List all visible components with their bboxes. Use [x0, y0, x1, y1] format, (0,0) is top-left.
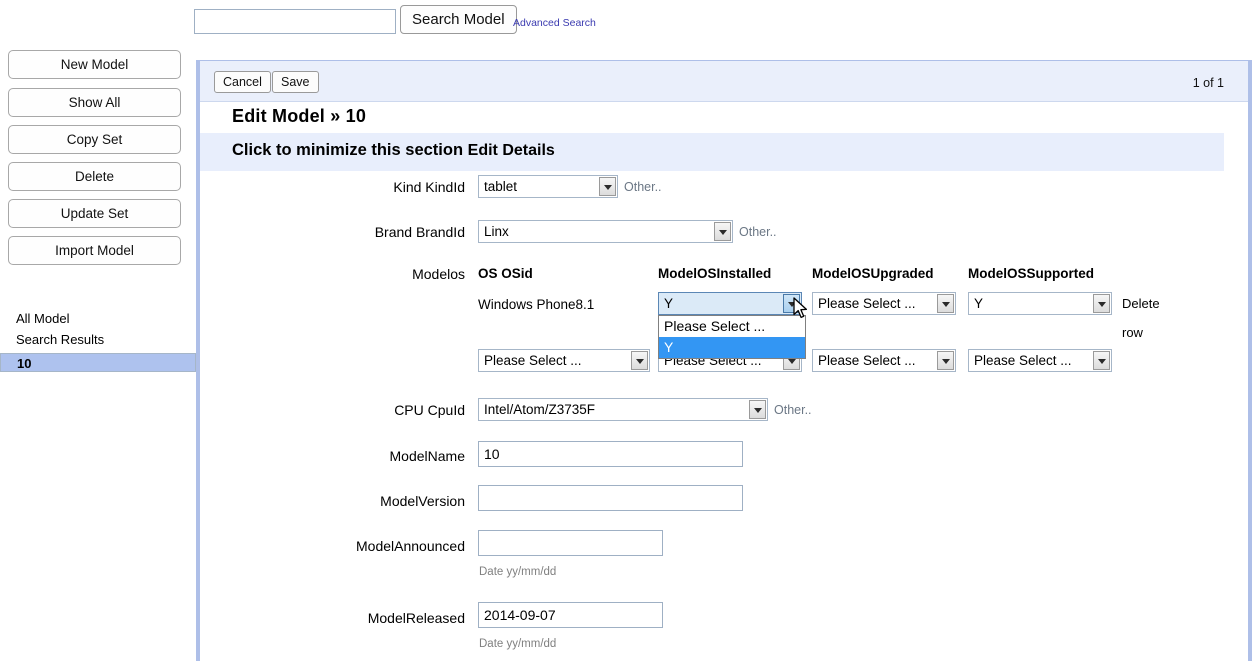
- sidebar-button-update-set[interactable]: Update Set: [8, 199, 181, 228]
- select-supported-row1[interactable]: Y: [968, 292, 1112, 315]
- select-upgraded-row1-value: Please Select ...: [818, 296, 916, 311]
- page-title: Edit Model » 10: [232, 106, 367, 126]
- dropdown-option-y[interactable]: Y: [659, 337, 805, 358]
- model-announced-input[interactable]: [478, 530, 663, 556]
- kind-other-label[interactable]: Other..: [624, 180, 662, 194]
- save-button[interactable]: Save: [272, 71, 319, 93]
- dropdown-option-please-select[interactable]: Please Select ...: [659, 316, 805, 337]
- record-pager: 1 of 1: [1192, 76, 1224, 90]
- select-installed-row1-value: Y: [664, 296, 674, 311]
- delete-row-link[interactable]: Delete row: [1122, 289, 1168, 347]
- label-modelos: Modelos: [412, 266, 465, 282]
- label-model-name: ModelName: [389, 448, 465, 464]
- sidebar-button-import-model[interactable]: Import Model: [8, 236, 181, 265]
- sidebar-button-show-all[interactable]: Show All: [8, 88, 181, 117]
- sidebar-link-search-results[interactable]: Search Results: [16, 332, 104, 347]
- chevron-down-icon[interactable]: [1093, 294, 1110, 313]
- chevron-down-icon[interactable]: [599, 177, 616, 196]
- select-brand[interactable]: Linx: [478, 220, 733, 243]
- sidebar-button-new-model[interactable]: New Model: [8, 50, 181, 79]
- label-cpu: CPU CpuId: [394, 402, 465, 418]
- column-header-os: OS OSid: [478, 266, 533, 281]
- label-brand: Brand BrandId: [374, 224, 465, 240]
- sidebar-button-delete[interactable]: Delete: [8, 162, 181, 191]
- select-brand-value: Linx: [484, 224, 509, 239]
- chevron-down-icon[interactable]: [1093, 351, 1110, 370]
- select-upgraded-row1[interactable]: Please Select ...: [812, 292, 956, 315]
- select-upgraded-row2[interactable]: Please Select ...: [812, 349, 956, 372]
- label-model-version: ModelVersion: [380, 493, 465, 509]
- sidebar: New Model Show All Copy Set Delete Updat…: [0, 44, 196, 661]
- label-model-released: ModelReleased: [367, 610, 465, 626]
- select-supported-row2-value: Please Select ...: [974, 353, 1072, 368]
- select-installed-row1[interactable]: Y: [658, 292, 802, 315]
- sidebar-link-current-model[interactable]: 10: [0, 353, 196, 372]
- brand-other-label[interactable]: Other..: [739, 225, 777, 239]
- panel-toolbar: Cancel Save 1 of 1: [200, 61, 1248, 102]
- search-model-button[interactable]: Search Model: [400, 5, 517, 34]
- section-title: Edit Details: [467, 142, 555, 159]
- select-os-row2[interactable]: Please Select ...: [478, 349, 650, 372]
- chevron-down-icon[interactable]: [783, 294, 800, 313]
- sidebar-button-copy-set[interactable]: Copy Set: [8, 125, 181, 154]
- select-cpu-value: Intel/Atom/Z3735F: [484, 402, 596, 417]
- select-supported-row1-value: Y: [974, 296, 984, 311]
- section-minimize-hint: Click to minimize this section: [232, 141, 464, 159]
- select-kind-value: tablet: [484, 179, 518, 194]
- select-kind[interactable]: tablet: [478, 175, 618, 198]
- top-search-bar: Search Model Advanced Search: [0, 0, 1260, 44]
- select-upgraded-row2-value: Please Select ...: [818, 353, 916, 368]
- sidebar-link-all-model[interactable]: All Model: [16, 311, 69, 326]
- column-header-installed: ModelOSInstalled: [658, 266, 772, 281]
- chevron-down-icon[interactable]: [937, 351, 954, 370]
- content-panel: Cancel Save 1 of 1 Edit Model » 10 Click…: [196, 60, 1252, 661]
- select-cpu[interactable]: Intel/Atom/Z3735F: [478, 398, 768, 421]
- dropdown-list-installed-row1[interactable]: Please Select ... Y: [658, 315, 806, 359]
- select-os-row2-value: Please Select ...: [484, 353, 582, 368]
- label-kind: Kind KindId: [393, 179, 465, 195]
- chevron-down-icon[interactable]: [749, 400, 766, 419]
- label-model-announced: ModelAnnounced: [356, 538, 465, 554]
- cpu-other-label[interactable]: Other..: [774, 403, 812, 417]
- advanced-search-link[interactable]: Advanced Search: [513, 17, 596, 29]
- chevron-down-icon[interactable]: [631, 351, 648, 370]
- row-os-value: Windows Phone8.1: [478, 297, 595, 312]
- model-announced-hint: Date yy/mm/dd: [479, 566, 557, 578]
- model-released-input[interactable]: [478, 602, 663, 628]
- column-header-supported: ModelOSSupported: [968, 266, 1094, 281]
- chevron-down-icon[interactable]: [714, 222, 731, 241]
- chevron-down-icon[interactable]: [937, 294, 954, 313]
- column-header-upgraded: ModelOSUpgraded: [812, 266, 934, 281]
- model-version-input[interactable]: [478, 485, 743, 511]
- cancel-button[interactable]: Cancel: [214, 71, 271, 93]
- model-name-input[interactable]: [478, 441, 743, 467]
- section-header-text[interactable]: Click to minimize this section Edit Deta…: [232, 141, 555, 160]
- select-supported-row2[interactable]: Please Select ...: [968, 349, 1112, 372]
- app-root: Search Model Advanced Search New Model S…: [0, 0, 1260, 661]
- model-released-hint: Date yy/mm/dd: [479, 638, 557, 650]
- search-input[interactable]: [194, 9, 396, 34]
